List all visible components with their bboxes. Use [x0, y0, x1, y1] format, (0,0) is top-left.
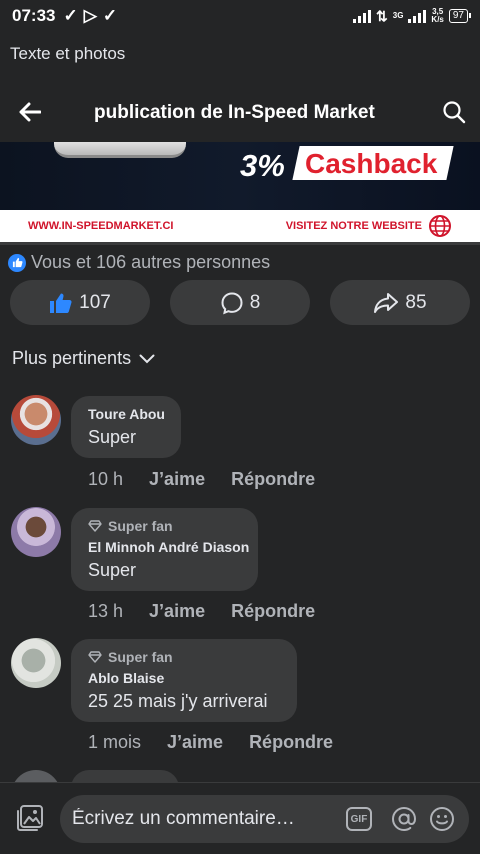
photo-icon	[17, 805, 43, 831]
comment-meta: 1 mois J’aime Répondre	[88, 732, 333, 753]
banner-footer-strip[interactable]: WWW.IN-SPEEDMARKET.CI VISITEZ NOTRE WEBS…	[0, 210, 480, 242]
visit-website-label: VISITEZ NOTRE WEBSITE	[285, 220, 422, 232]
search-icon	[443, 101, 466, 124]
comment-author[interactable]: El Minnoh André Diason	[88, 539, 249, 555]
comment-like-button[interactable]: J’aime	[167, 732, 223, 753]
smiley-icon	[430, 807, 454, 831]
avatar[interactable]	[11, 507, 61, 557]
data-transfer-icon: ⇅	[376, 7, 388, 24]
emoji-button[interactable]	[429, 806, 455, 832]
globe-icon	[429, 215, 451, 237]
arrow-left-icon	[19, 102, 41, 122]
comment-reply-button[interactable]: Répondre	[231, 601, 315, 622]
speed-unit: K/s	[431, 15, 444, 24]
diamond-icon	[88, 520, 102, 532]
badge-label: Super fan	[108, 649, 173, 665]
page-title: publication de In-Speed Market	[94, 102, 375, 123]
chevron-down-icon	[139, 354, 155, 363]
comment-text: Super	[88, 427, 137, 447]
like-count: 107	[79, 291, 111, 313]
check-icon: ✓	[63, 6, 78, 25]
badge-label: Super fan	[108, 518, 173, 534]
comment-composer: GIF	[0, 782, 480, 854]
network-type: 3G	[392, 11, 404, 20]
post-action-row: 107 8 85	[10, 280, 470, 325]
reactions-summary-text: Vous et 106 autres personnes	[31, 252, 271, 272]
reactions-summary[interactable]: Vous et 106 autres personnes	[8, 252, 270, 273]
comment-text: Super	[88, 560, 137, 580]
share-icon	[374, 292, 399, 313]
comment-time: 13 h	[88, 601, 124, 621]
comment-bubble[interactable]: Super fan Ablo Blaise 25 25 mais j'y arr…	[71, 639, 297, 722]
mention-button[interactable]	[391, 806, 417, 832]
avatar[interactable]	[11, 395, 61, 445]
gif-button[interactable]: GIF	[346, 807, 372, 831]
diamond-icon	[88, 651, 102, 663]
comment-author[interactable]: Ablo Blaise	[88, 670, 280, 686]
post-type-label: Texte et photos	[10, 44, 126, 63]
play-store-icon: ▷	[83, 6, 97, 25]
comment-text: 25 25 mais j'y arriverai	[88, 691, 268, 711]
site-url: WWW.IN-SPEEDMARKET.CI	[28, 220, 174, 232]
comment-reply-button[interactable]: Répondre	[249, 732, 333, 753]
like-button[interactable]: 107	[10, 280, 150, 325]
share-button[interactable]: 85	[330, 280, 470, 325]
product-image	[54, 142, 186, 158]
at-icon	[391, 806, 417, 832]
search-button[interactable]	[440, 98, 468, 126]
comment-bubble[interactable]: Toure Abou Super	[71, 396, 181, 458]
post-image-banner[interactable]: 3% Cashback	[0, 142, 480, 210]
status-time: 07:33	[12, 6, 56, 25]
cashback-value: 3%	[240, 148, 285, 183]
check-icon: ✓	[102, 6, 118, 25]
status-bar: 07:33 ✓ ▷ ✓ ⇅ 3G 3,5 K/s 97	[0, 0, 480, 32]
comment-author[interactable]: Toure Abou	[88, 406, 165, 422]
comment-time: 10 h	[88, 469, 124, 489]
comment-input[interactable]	[72, 795, 342, 843]
comment-reply-button[interactable]: Répondre	[231, 469, 315, 490]
signal-icon	[408, 9, 427, 23]
super-fan-badge: Super fan	[88, 518, 241, 534]
cashback-label: Cashback	[305, 148, 438, 179]
like-badge-icon	[8, 253, 26, 272]
photo-button[interactable]	[15, 803, 45, 833]
comment-field: GIF	[60, 795, 469, 843]
super-fan-badge: Super fan	[88, 649, 280, 665]
comment-time: 1 mois	[88, 732, 142, 752]
comment-sort-dropdown[interactable]: Plus pertinents	[12, 348, 155, 369]
comment-like-button[interactable]: J’aime	[149, 601, 205, 622]
network-speed: 3,5 K/s	[431, 8, 443, 24]
avatar[interactable]	[11, 638, 61, 688]
battery-icon: 97	[448, 9, 472, 23]
comment-meta: 13 h J’aime Répondre	[88, 601, 315, 622]
sort-label: Plus pertinents	[12, 348, 132, 368]
comment-bubble[interactable]: Super fan El Minnoh André Diason Super	[71, 508, 258, 591]
comment-count: 8	[249, 291, 261, 313]
comment-button[interactable]: 8	[170, 280, 310, 325]
app-header: publication de In-Speed Market	[0, 84, 480, 140]
divider	[0, 242, 480, 245]
share-count: 85	[405, 291, 427, 313]
signal-icon	[353, 9, 372, 23]
comment-like-button[interactable]: J’aime	[149, 469, 205, 490]
comment-icon	[221, 291, 243, 314]
back-button[interactable]	[16, 98, 44, 126]
comment-meta: 10 h J’aime Répondre	[88, 469, 315, 490]
thumbs-up-icon	[50, 293, 72, 313]
